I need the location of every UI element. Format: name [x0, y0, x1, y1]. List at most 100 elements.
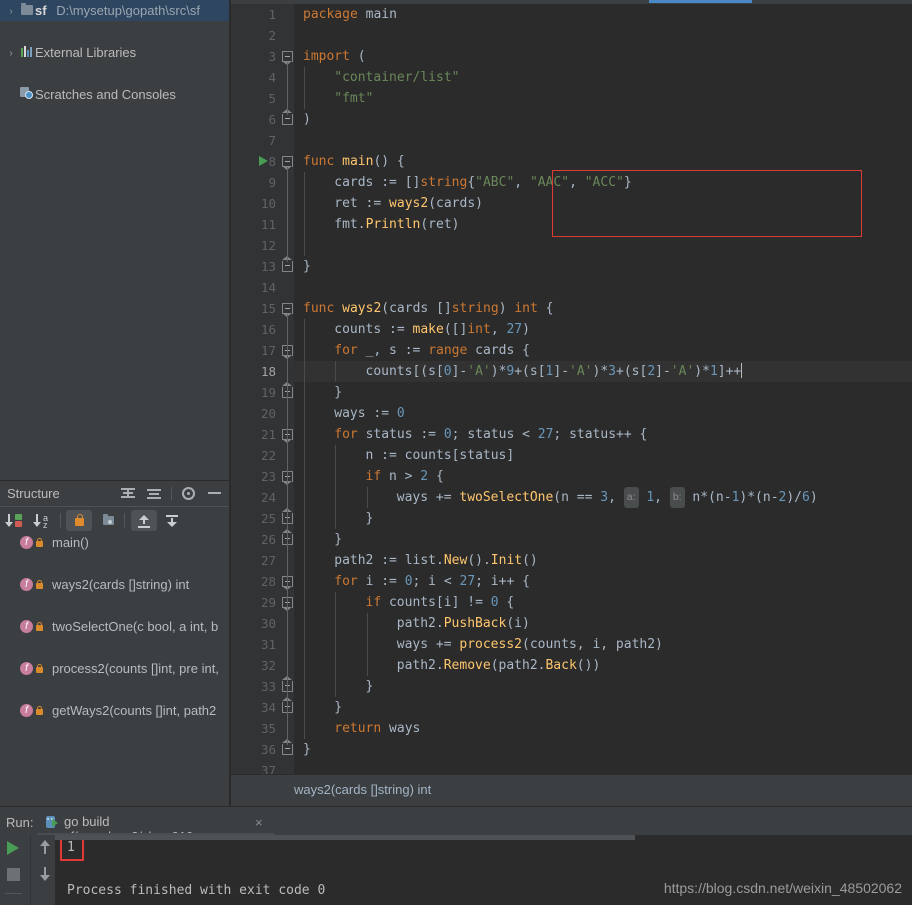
code-line[interactable]: path2.Remove(path2.Back())	[397, 655, 601, 676]
show-inherited-button[interactable]	[131, 510, 157, 531]
function-icon: f	[20, 536, 33, 550]
group-by-folder-button[interactable]	[95, 510, 121, 531]
code-token: if	[365, 595, 389, 610]
code-line[interactable]: "container/list"	[334, 67, 459, 88]
code-token: Println	[365, 217, 421, 232]
chevron-right-icon[interactable]: ›	[4, 1, 18, 22]
code-line[interactable]: }	[334, 529, 342, 550]
code-token: {	[498, 595, 515, 610]
code-token: ; i++ {	[475, 574, 530, 589]
code-line[interactable]: ways += twoSelectOne(n == 3, a: 1, b: n*…	[397, 487, 818, 508]
stop-icon[interactable]	[7, 868, 20, 881]
expand-all-icon[interactable]	[120, 485, 138, 502]
code-line[interactable]: }	[334, 697, 342, 718]
toolbar-divider	[60, 513, 61, 528]
code-fold-toggle[interactable]	[282, 156, 293, 170]
code-line[interactable]: import (	[303, 46, 366, 67]
code-fold-toggle[interactable]	[282, 256, 293, 272]
code-token: 0	[443, 364, 452, 379]
code-token: (cards)	[428, 196, 483, 211]
code-line[interactable]: package main	[303, 4, 397, 25]
code-line[interactable]: path2 := list.New().Init()	[334, 550, 538, 571]
code-fold-toggle[interactable]	[282, 739, 293, 755]
sort-by-visibility-button[interactable]	[3, 510, 29, 531]
code-content[interactable]: package main import ("container/list" "fmt…	[294, 4, 912, 775]
tree-item-external-libraries[interactable]: › External Libraries	[0, 42, 229, 63]
code-token: int	[467, 322, 491, 337]
code-line[interactable]: func ways2(cards []string) int {	[303, 298, 554, 319]
chevron-right-icon[interactable]: ›	[4, 43, 18, 64]
code-line[interactable]: }	[366, 508, 374, 529]
code-token: main	[365, 7, 397, 22]
code-fold-toggle[interactable]	[282, 51, 293, 65]
code-token: n := counts[status]	[365, 448, 515, 463]
show-non-public-button[interactable]	[66, 510, 92, 531]
code-line[interactable]: }	[303, 739, 311, 760]
tree-item-scratches-and-consoles[interactable]: Scratches and Consoles	[0, 84, 229, 105]
close-icon[interactable]: ×	[255, 815, 263, 830]
code-fold-toggle[interactable]	[282, 109, 293, 125]
code-line[interactable]: for _, s := range cards {	[334, 340, 530, 361]
code-token: }	[303, 742, 311, 757]
code-token: ]++	[717, 364, 742, 379]
tree-item-sf[interactable]: › sf D:\mysetup\gopath\src\sf	[0, 0, 229, 21]
code-line[interactable]: }	[334, 382, 342, 403]
code-token: )*	[592, 364, 609, 379]
code-token: cards := []	[334, 175, 421, 190]
code-line[interactable]: return ways	[334, 718, 420, 739]
code-token: ,	[569, 175, 585, 190]
code-token: ways2	[389, 196, 429, 211]
code-token: ways2	[342, 301, 382, 316]
structure-item-twoselectone[interactable]: f twoSelectOne(c bool, a int, b	[0, 616, 229, 637]
hide-panel-button[interactable]	[206, 485, 224, 502]
code-line[interactable]: fmt.Println(ret)	[334, 214, 459, 235]
code-line[interactable]: if n > 2 {	[366, 466, 444, 487]
code-line[interactable]: func main() {	[303, 151, 405, 172]
lock-icon	[33, 620, 46, 633]
breadcrumb[interactable]: ways2(cards []string) int	[294, 782, 431, 797]
code-token: for	[334, 343, 366, 358]
code-token: "AAC"	[529, 175, 570, 190]
structure-title: Structure	[7, 486, 60, 501]
show-imported-button[interactable]	[159, 510, 185, 531]
collapse-all-icon[interactable]	[146, 485, 164, 502]
code-line[interactable]: cards := []string{"ABC", "AAC", "ACC"}	[334, 172, 631, 193]
next-occurrence-icon[interactable]	[36, 863, 54, 885]
rerun-icon[interactable]	[7, 841, 19, 855]
code-token: path2.	[396, 658, 444, 673]
code-line[interactable]: for i := 0; i < 27; i++ {	[334, 571, 530, 592]
lock-icon	[33, 536, 46, 549]
structure-item-getways2[interactable]: f getWays2(counts []int, path2	[0, 700, 229, 721]
code-token: )	[522, 322, 530, 337]
code-line[interactable]: )	[303, 109, 311, 130]
line-number: 27	[260, 553, 276, 568]
tree-item-path: D:\mysetup\gopath\src\sf	[56, 3, 200, 18]
code-token: 6	[802, 490, 810, 505]
run-gutter-icon[interactable]	[258, 156, 269, 167]
editor-fold-column[interactable]	[282, 4, 294, 775]
code-line[interactable]: for status := 0; status < 27; status++ {	[334, 424, 647, 445]
code-line[interactable]: ways := 0	[334, 403, 404, 424]
structure-item-process2[interactable]: f process2(counts []int, pre int,	[0, 658, 229, 679]
console-output[interactable]: 1 Process finished with exit code 0 http…	[55, 835, 912, 905]
code-line[interactable]: if counts[i] != 0 {	[366, 592, 515, 613]
structure-item-main[interactable]: f main()	[0, 532, 229, 553]
code-line[interactable]: counts := make([]int, 27)	[334, 319, 530, 340]
code-line[interactable]: "fmt"	[334, 88, 373, 109]
code-line[interactable]: counts[(s[0]-'A')*9+(s[1]-'A')*3+(s[2]-'…	[366, 361, 742, 382]
code-line[interactable]: ret := ways2(cards)	[334, 193, 483, 214]
sort-alphabetically-button[interactable]: a z	[31, 510, 57, 531]
code-fold-toggle[interactable]	[282, 303, 293, 317]
code-line[interactable]: }	[303, 256, 311, 277]
console-scrollbar[interactable]	[55, 835, 635, 840]
editor-gutter[interactable]: 1 2 3 4 5 6 7 8 9 10 11 12 13 14 15 16 17 18 19 20 21 22 23 24 2…	[231, 4, 282, 778]
previous-occurrence-icon[interactable]	[36, 837, 54, 859]
code-line[interactable]: path2.PushBack(i)	[397, 613, 530, 634]
structure-item-ways2[interactable]: f ways2(cards []string) int	[0, 574, 229, 595]
code-line[interactable]: ways += process2(counts, i, path2)	[397, 634, 663, 655]
code-line[interactable]: }	[366, 676, 374, 697]
settings-gear-button[interactable]	[180, 485, 198, 502]
indent-guide	[335, 445, 337, 529]
line-number: 21	[260, 427, 276, 442]
code-line[interactable]: n := counts[status]	[366, 445, 515, 466]
